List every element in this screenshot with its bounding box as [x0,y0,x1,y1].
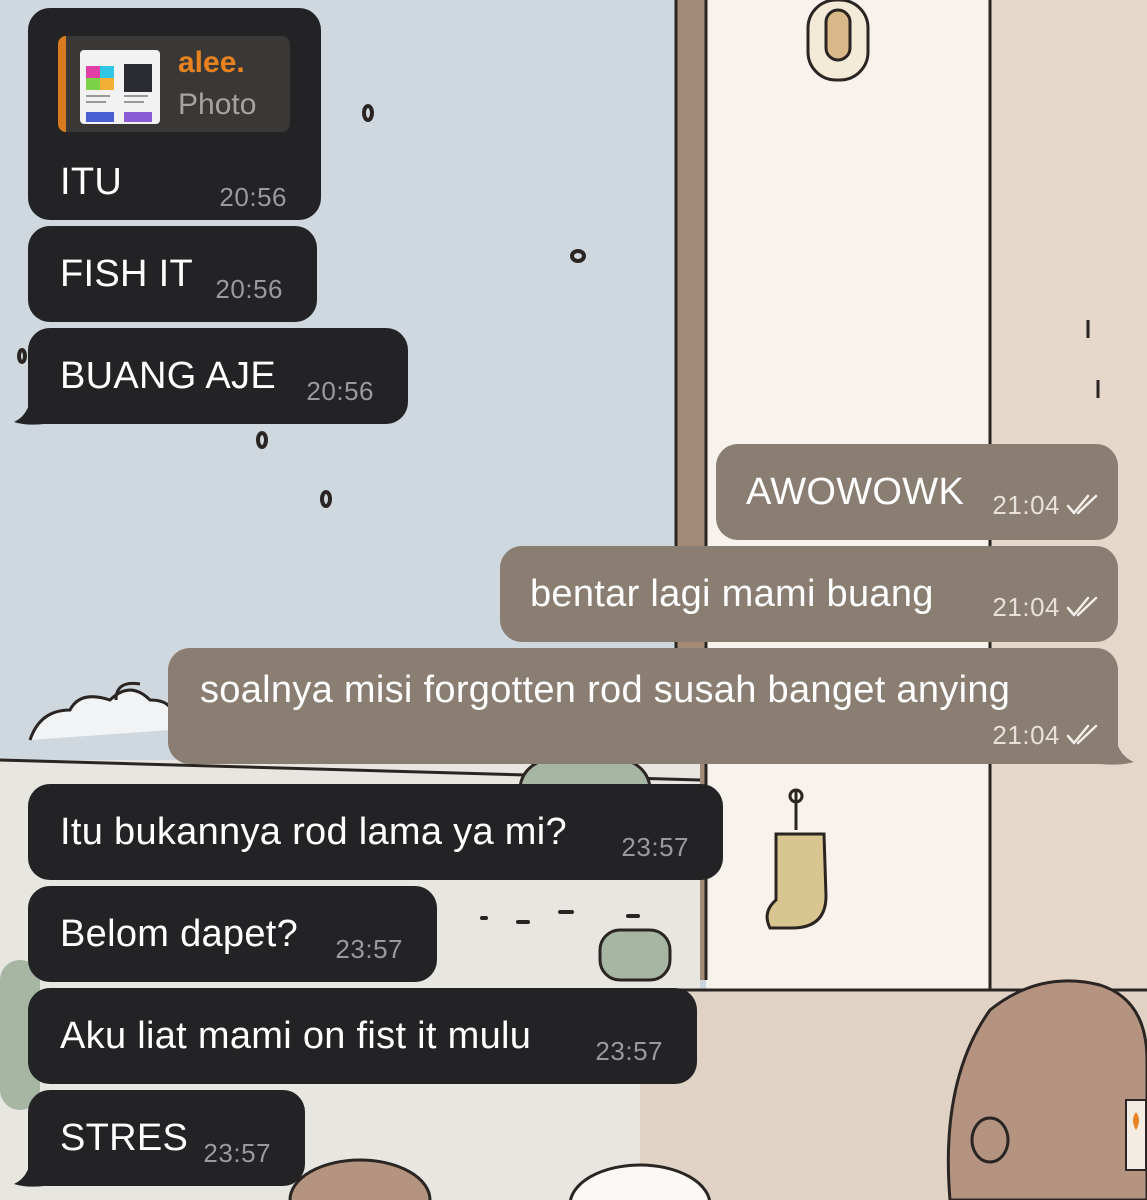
reply-accent-bar [58,36,66,132]
reply-preview[interactable]: alee. Photo [58,36,290,132]
message-time-text: 21:04 [992,490,1060,520]
double-check-icon [1066,722,1098,753]
message-bubble[interactable]: Itu bukannya rod lama ya mi? 23:57 [28,784,723,880]
lamp-icon [806,0,870,82]
message-time: 20:56 [219,182,287,212]
message-time: 21:04 [992,720,1098,753]
message-time-text: 21:04 [992,720,1060,750]
message-bubble[interactable]: FISH IT 20:56 [28,226,317,322]
message-bubble[interactable]: bentar lagi mami buang 21:04 [500,546,1118,642]
message-time-text: 21:04 [992,592,1060,622]
message-bubble[interactable]: AWOWOWK 21:04 [716,444,1118,540]
message-text: ITU [60,161,123,203]
message-text: STRES [60,1117,189,1159]
message-text: FISH IT [60,253,193,295]
message-time: 20:56 [215,274,283,304]
message-bubble[interactable]: Belom dapet? 23:57 [28,886,437,982]
message-text: Itu bukannya rod lama ya mi? [60,811,567,853]
message-time: 23:57 [621,832,689,862]
double-check-icon [1066,492,1098,523]
message-bubble[interactable]: Aku liat mami on fist it mulu 23:57 [28,988,697,1084]
message-time: 23:57 [335,934,403,964]
message-text: BUANG AJE [60,355,276,397]
message-time: 21:04 [992,490,1098,523]
message-bubble[interactable]: STRES 23:57 [28,1090,305,1186]
reply-sender-name: alee. [178,46,245,79]
message-time: 21:04 [992,592,1098,625]
message-text: AWOWOWK [746,471,965,513]
message-bubble[interactable]: BUANG AJE 20:56 [28,328,408,424]
message-text: soalnya misi forgotten rod susah banget … [200,669,1011,711]
message-time: 20:56 [306,376,374,406]
double-check-icon [1066,594,1098,625]
reply-type-label: Photo [178,88,257,121]
message-bubble[interactable]: soalnya misi forgotten rod susah banget … [168,648,1118,764]
message-time: 23:57 [203,1138,271,1168]
message-text: Aku liat mami on fist it mulu [60,1015,532,1057]
message-time: 23:57 [595,1036,663,1066]
message-text: bentar lagi mami buang [530,573,934,615]
message-bubble[interactable]: alee. Photo ITU 20:56 [28,8,321,220]
photo-thumbnail [80,50,160,124]
message-text: Belom dapet? [60,913,299,955]
